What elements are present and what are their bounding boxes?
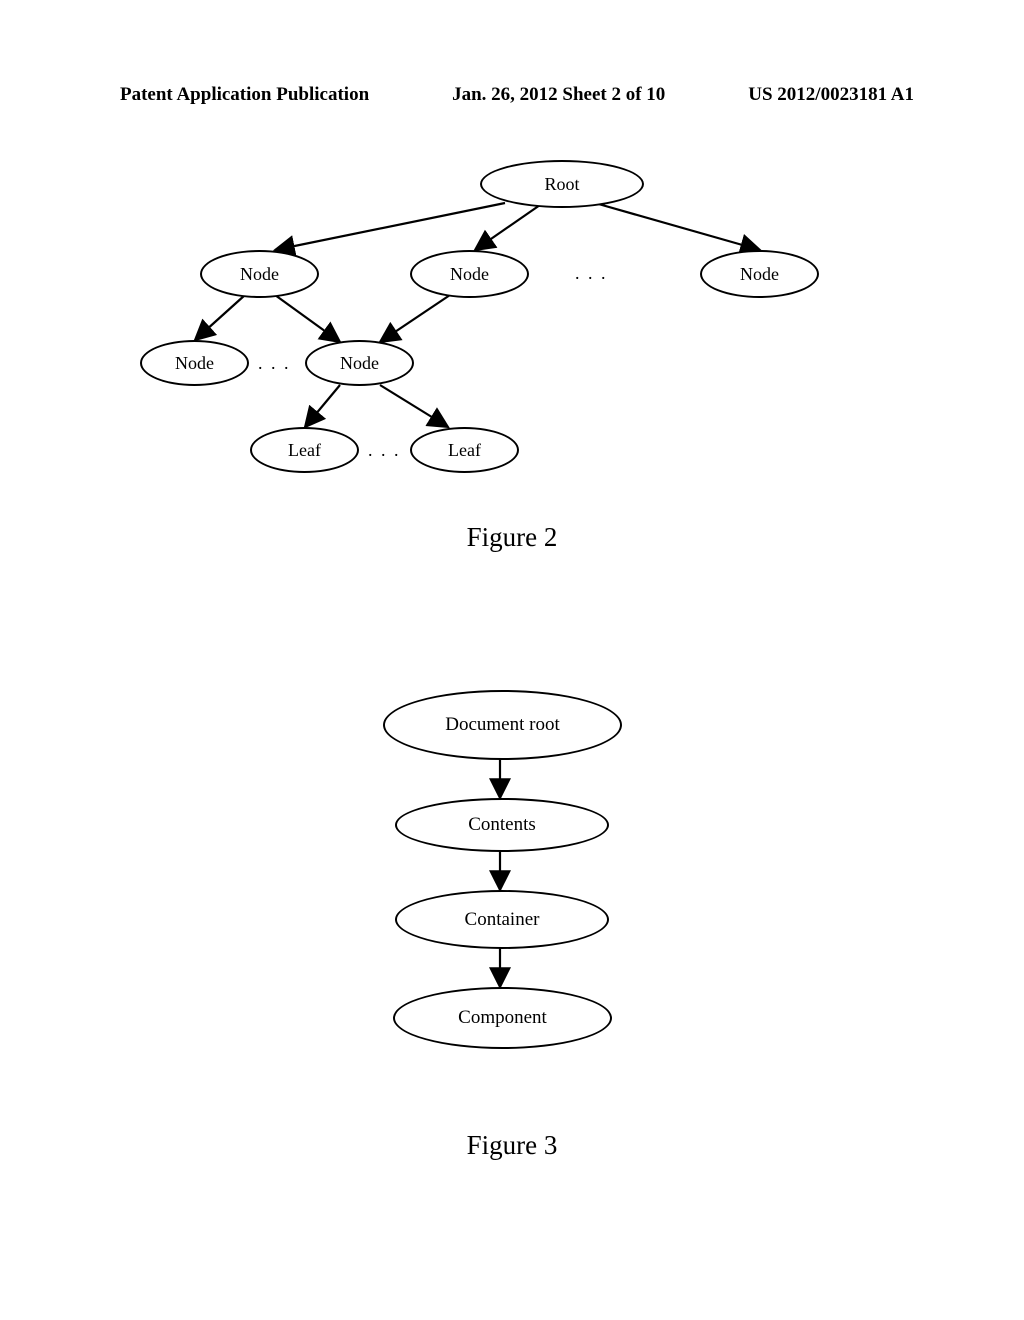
fig2-root-node: Root <box>480 160 644 208</box>
fig2-leaf-l3a-label: Leaf <box>288 440 321 461</box>
fig2-node-l1b: Node <box>410 250 529 298</box>
fig2-node-l1b-label: Node <box>450 264 489 285</box>
figure-2-caption: Figure 2 <box>0 522 1024 553</box>
fig2-node-l2a: Node <box>140 340 249 386</box>
fig3-n1-label: Document root <box>445 714 560 736</box>
fig2-dots-3: . . . <box>368 440 401 461</box>
fig2-node-l1c: Node <box>700 250 819 298</box>
page-header: Patent Application Publication Jan. 26, … <box>0 84 1024 106</box>
fig3-n4-label: Component <box>458 1007 547 1029</box>
fig3-component-node: Component <box>393 987 612 1049</box>
fig3-n3-label: Container <box>465 909 540 931</box>
fig3-document-root-node: Document root <box>383 690 622 760</box>
fig2-root-label: Root <box>544 174 579 195</box>
header-center: Jan. 26, 2012 Sheet 2 of 10 <box>452 84 665 106</box>
fig2-node-l2b: Node <box>305 340 414 386</box>
fig2-node-l2a-label: Node <box>175 353 214 374</box>
header-left: Patent Application Publication <box>120 84 369 106</box>
fig3-n2-label: Contents <box>468 814 536 836</box>
figure-2-diagram: Root Node Node . . . Node Node . . . Nod… <box>140 155 900 495</box>
figure-3-diagram: Document root Contents Container Compone… <box>315 690 685 1090</box>
figure-3-caption: Figure 3 <box>0 1130 1024 1161</box>
header-right: US 2012/0023181 A1 <box>748 84 914 106</box>
fig2-node-l2b-label: Node <box>340 353 379 374</box>
fig2-dots-1: . . . <box>575 263 608 284</box>
fig2-leaf-l3b: Leaf <box>410 427 519 473</box>
fig2-node-l1a-label: Node <box>240 264 279 285</box>
fig2-node-l1a: Node <box>200 250 319 298</box>
fig2-dots-2: . . . <box>258 353 291 374</box>
fig2-leaf-l3b-label: Leaf <box>448 440 481 461</box>
fig2-node-l1c-label: Node <box>740 264 779 285</box>
fig3-contents-node: Contents <box>395 798 609 852</box>
fig2-leaf-l3a: Leaf <box>250 427 359 473</box>
fig3-container-node: Container <box>395 890 609 949</box>
